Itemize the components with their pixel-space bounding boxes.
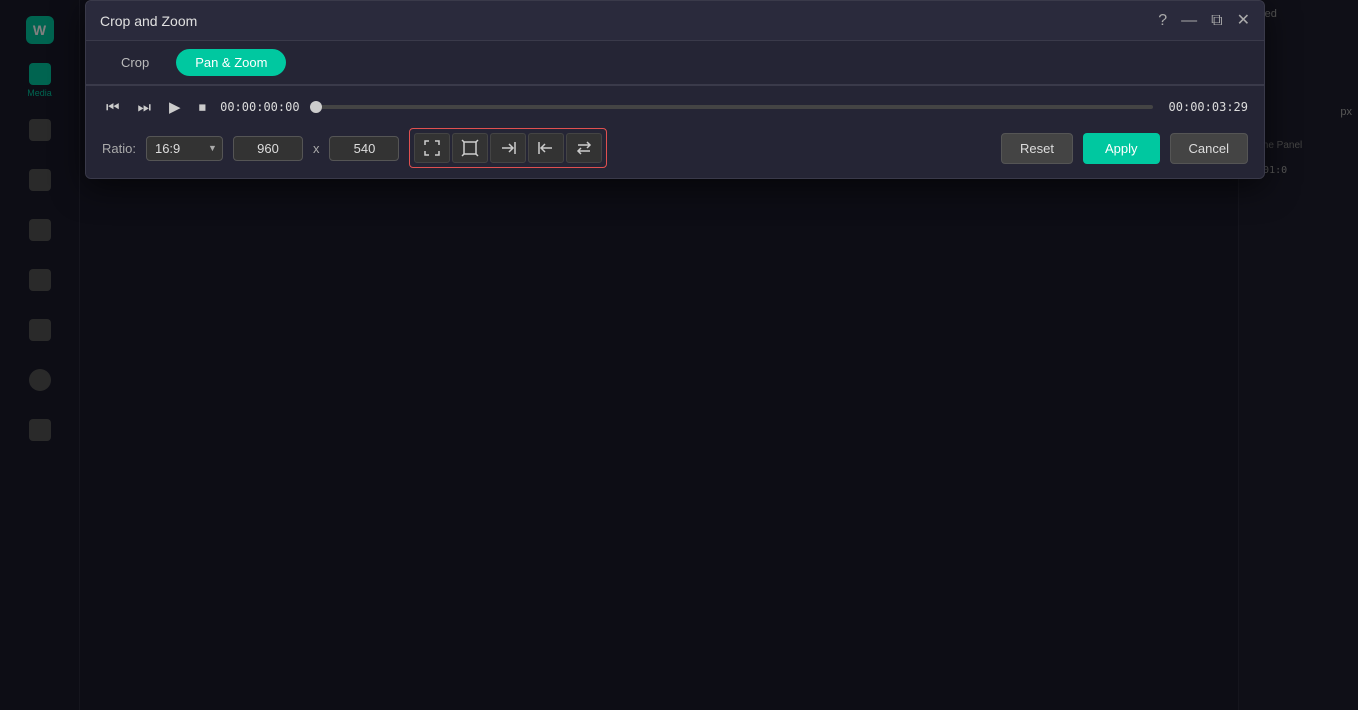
minimize-button[interactable]: — <box>1181 13 1197 29</box>
play-button[interactable]: ▶ <box>165 96 185 118</box>
crop-zoom-dialog: Crop and Zoom ? — ⧉ ✕ Crop Pan & Zoom <box>85 0 1265 179</box>
ratio-label: Ratio: <box>102 141 136 156</box>
width-input[interactable]: 960 <box>233 136 303 161</box>
dialog-controls: ⏮ ⏭ ▶ ⏹ 00:00:00:00 00:00:03:29 Ratio: <box>86 85 1264 178</box>
time-current: 00:00:00:00 <box>220 100 299 114</box>
fill-frame-button[interactable] <box>452 133 488 163</box>
ratio-select[interactable]: 16:9 4:3 1:1 9:16 Custom <box>146 136 223 161</box>
close-button[interactable]: ✕ <box>1237 13 1250 29</box>
height-input[interactable]: 540 <box>329 136 399 161</box>
fit-frame-button[interactable] <box>414 133 450 163</box>
align-end-button[interactable] <box>490 133 526 163</box>
step-back-button[interactable]: ⏮ <box>102 97 124 118</box>
transform-buttons-group <box>409 128 607 168</box>
dialog-titlebar: Crop and Zoom ? — ⧉ ✕ <box>86 1 1264 41</box>
swap-button[interactable] <box>566 133 602 163</box>
frame-back-button[interactable]: ⏭ <box>134 97 156 118</box>
ratio-section: Ratio: 16:9 4:3 1:1 9:16 Custom 960 x 54… <box>102 128 607 168</box>
restore-button[interactable]: ⧉ <box>1211 13 1222 29</box>
dialog-title: Crop and Zoom <box>100 13 197 29</box>
dialog-tabs: Crop Pan & Zoom <box>86 41 1264 85</box>
bottom-row: Ratio: 16:9 4:3 1:1 9:16 Custom 960 x 54… <box>102 128 1248 168</box>
progress-dot <box>310 101 322 113</box>
cancel-button[interactable]: Cancel <box>1170 133 1248 164</box>
stop-button[interactable]: ⏹ <box>195 97 211 118</box>
progress-bar[interactable] <box>316 105 1153 109</box>
playback-row: ⏮ ⏭ ▶ ⏹ 00:00:00:00 00:00:03:29 <box>102 96 1248 118</box>
ratio-select-wrapper: 16:9 4:3 1:1 9:16 Custom <box>146 136 223 161</box>
time-total: 00:00:03:29 <box>1169 100 1248 114</box>
titlebar-controls: ? — ⧉ ✕ <box>1158 13 1250 29</box>
reset-button[interactable]: Reset <box>1001 133 1073 164</box>
size-separator: x <box>313 141 320 156</box>
help-button[interactable]: ? <box>1158 13 1167 29</box>
tab-crop[interactable]: Crop <box>102 49 168 76</box>
align-start-button[interactable] <box>528 133 564 163</box>
action-buttons: Reset Apply Cancel <box>1001 133 1248 164</box>
dialog-overlay: Crop and Zoom ? — ⧉ ✕ Crop Pan & Zoom <box>0 0 1358 710</box>
tab-pan-zoom[interactable]: Pan & Zoom <box>176 49 286 76</box>
apply-button[interactable]: Apply <box>1083 133 1160 164</box>
